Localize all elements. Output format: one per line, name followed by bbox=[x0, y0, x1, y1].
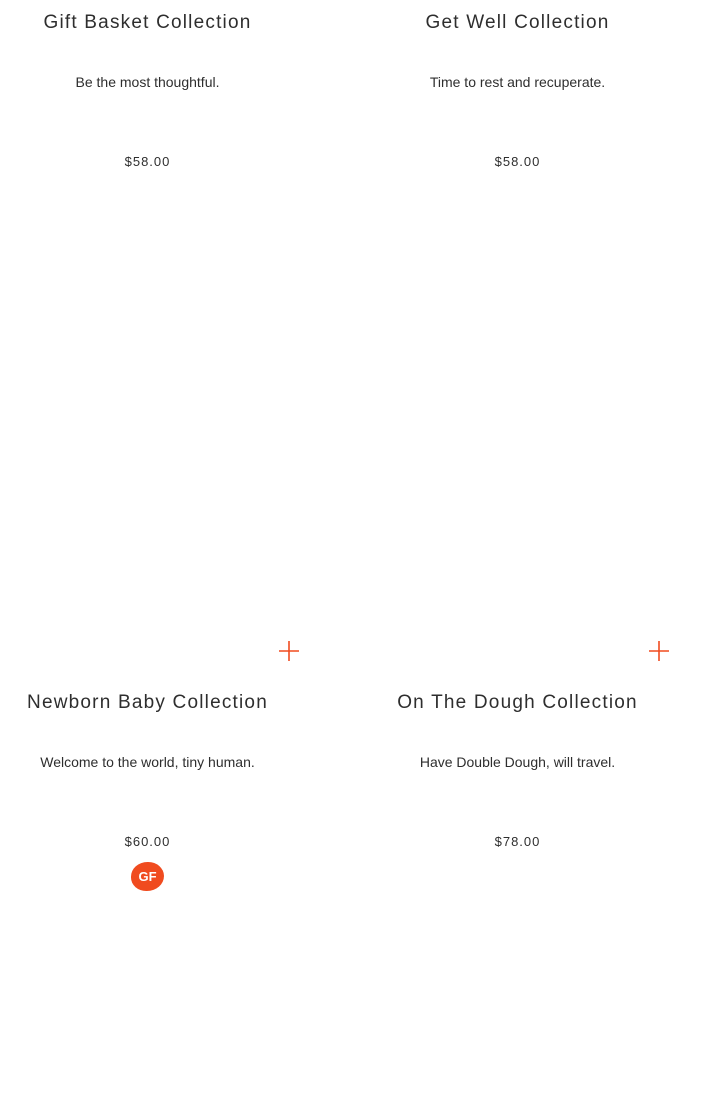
product-description: Have Double Dough, will travel. bbox=[419, 754, 616, 770]
add-to-cart-plus-icon[interactable] bbox=[278, 640, 300, 662]
product-description: Welcome to the world, tiny human. bbox=[40, 754, 255, 770]
product-grid: Gift Basket Collection Be the most thoug… bbox=[0, 0, 705, 1098]
product-price: $58.00 bbox=[494, 154, 541, 169]
add-to-cart-plus-icon[interactable] bbox=[648, 640, 670, 662]
product-price: $60.00 bbox=[124, 834, 171, 849]
gluten-free-badge: GF bbox=[131, 862, 164, 891]
product-price: $58.00 bbox=[124, 154, 171, 169]
product-title[interactable]: Newborn Baby Collection bbox=[0, 692, 295, 714]
product-price: $78.00 bbox=[494, 834, 541, 849]
product-description: Be the most thoughtful. bbox=[75, 74, 220, 90]
product-title[interactable]: On The Dough Collection bbox=[370, 692, 665, 714]
product-title[interactable]: Gift Basket Collection bbox=[0, 12, 295, 34]
product-description: Time to rest and recuperate. bbox=[429, 74, 606, 90]
product-title[interactable]: Get Well Collection bbox=[370, 12, 665, 34]
